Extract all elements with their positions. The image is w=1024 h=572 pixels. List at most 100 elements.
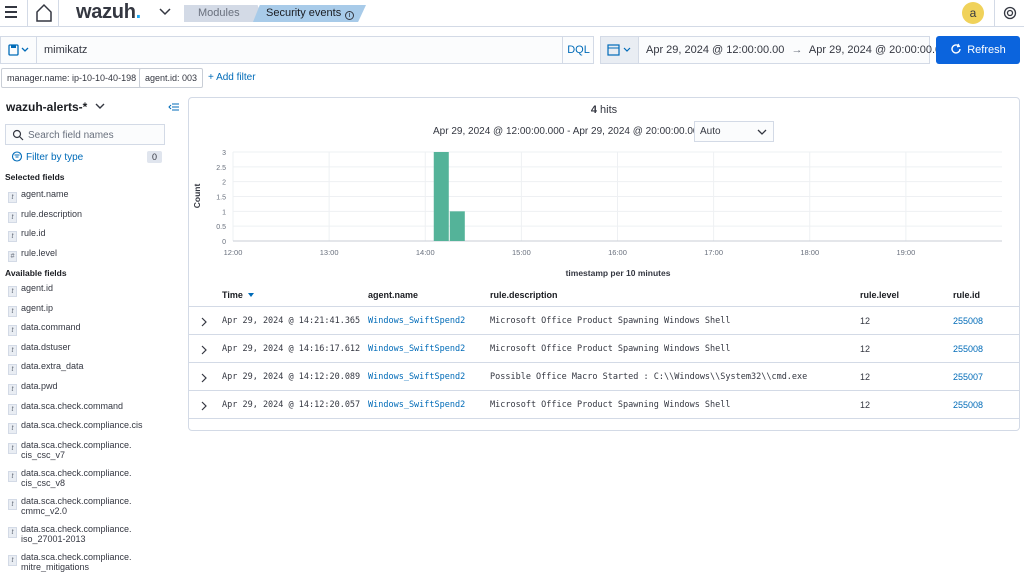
refresh-icon: [951, 43, 961, 54]
cell-agent-name[interactable]: Windows_SwiftSpend2: [368, 316, 465, 326]
column-header-rule-id[interactable]: rule.id: [953, 290, 980, 300]
field-item[interactable]: t rule.id: [8, 228, 46, 243]
breadcrumb-security-events[interactable]: Security events i: [253, 5, 366, 22]
chevron-right-icon[interactable]: [200, 401, 208, 411]
date-end[interactable]: Apr 29, 2024 @ 20:00:00.00: [809, 44, 947, 56]
cell-rule-level: 12: [860, 344, 871, 354]
cell-rule-id[interactable]: 255008: [953, 400, 983, 410]
column-header-rule-level[interactable]: rule.level: [860, 290, 899, 300]
field-item[interactable]: t data.command: [8, 322, 81, 337]
lifebuoy-icon: [1003, 6, 1017, 20]
histogram-bar: [433, 152, 449, 241]
field-item[interactable]: t data.sca.check.compliance. iso_27001-201…: [8, 524, 132, 544]
cell-rule-id[interactable]: 255007: [953, 372, 983, 382]
table-row[interactable]: Apr 29, 2024 @ 14:12:20.057 Windows_Swift…: [189, 391, 1019, 419]
field-item[interactable]: t data.sca.check.command: [8, 401, 123, 415]
field-name: rule.id: [21, 228, 46, 239]
field-item[interactable]: # rule.level: [8, 248, 57, 262]
x-tick-label: 15:00: [512, 248, 531, 257]
field-item[interactable]: t data.sca.check.compliance. mitre_mitigat…: [8, 552, 132, 572]
string-type-icon: t: [8, 423, 17, 435]
chevron-right-icon[interactable]: [200, 345, 208, 355]
string-type-icon: t: [8, 286, 17, 297]
chevron-right-icon[interactable]: [200, 317, 208, 327]
menu-icon[interactable]: [5, 6, 17, 18]
x-tick-label: 19:00: [896, 248, 915, 257]
chevron-right-icon[interactable]: [200, 373, 208, 383]
interval-select[interactable]: Auto: [694, 121, 774, 142]
help-button[interactable]: [994, 0, 1024, 26]
field-item[interactable]: t data.sca.check.compliance. cis_csc_v8: [8, 468, 132, 488]
query-language-button[interactable]: DQL: [562, 37, 594, 63]
field-item[interactable]: t data.extra_data: [8, 361, 84, 376]
column-header-time[interactable]: Time: [222, 290, 255, 300]
string-type-icon: t: [8, 325, 17, 337]
selected-fields-heading: Selected fields: [5, 172, 65, 182]
add-filter-button[interactable]: + Add filter: [208, 72, 256, 83]
field-name: data.pwd: [21, 381, 58, 391]
y-tick-label: 0: [222, 239, 226, 246]
filter-count-badge: 0: [147, 151, 162, 163]
field-item[interactable]: t agent.name: [8, 189, 69, 203]
cell-rule-description: Possible Office Macro Started : C:\\Wind…: [490, 372, 808, 382]
table-row[interactable]: Apr 29, 2024 @ 14:16:17.612 Windows_Swift…: [189, 335, 1019, 363]
field-item[interactable]: t data.sca.check.compliance. cis_csc_v7: [8, 440, 132, 460]
hits-count: 4 hits: [590, 104, 618, 116]
cell-agent-name[interactable]: Windows_SwiftSpend2: [368, 400, 465, 410]
query-bar[interactable]: mimikatz DQL: [0, 36, 594, 64]
table-row[interactable]: Apr 29, 2024 @ 14:21:41.365 Windows_Swift…: [189, 307, 1019, 335]
home-button[interactable]: [27, 0, 59, 26]
cell-rule-id[interactable]: 255008: [953, 344, 983, 354]
filter-pill-manager-name[interactable]: manager.name: ip-10-10-40-198: [1, 68, 143, 88]
field-name: data.sca.check.compliance. cis_csc_v8: [21, 467, 132, 488]
column-header-agent-name[interactable]: agent.name: [368, 290, 418, 300]
cell-agent-name[interactable]: Windows_SwiftSpend2: [368, 372, 465, 382]
avatar[interactable]: a: [962, 2, 984, 24]
field-item[interactable]: t agent.id: [8, 283, 53, 297]
cell-rule-description: Microsoft Office Product Spawning Window…: [490, 316, 731, 326]
field-item[interactable]: t data.dstuser: [8, 342, 71, 356]
field-item[interactable]: t agent.ip: [8, 303, 53, 317]
date-picker[interactable]: Apr 29, 2024 @ 12:00:00.00 → Apr 29, 202…: [600, 36, 947, 64]
chevron-down-icon[interactable]: [158, 6, 172, 18]
cell-time: Apr 29, 2024 @ 14:12:20.089: [222, 372, 361, 382]
filter-pill-agent-id[interactable]: agent.id: 003: [139, 68, 204, 88]
quick-menu-button[interactable]: [601, 37, 639, 63]
column-header-rule-description[interactable]: rule.description: [490, 290, 558, 300]
wazuh-logo[interactable]: wazuh.: [76, 1, 141, 24]
string-type-icon: t: [8, 305, 17, 317]
field-item[interactable]: t data.pwd: [8, 381, 58, 395]
cell-agent-name[interactable]: Windows_SwiftSpend2: [368, 344, 465, 354]
number-type-icon: #: [8, 250, 17, 262]
breadcrumb-modules[interactable]: Modules: [184, 5, 264, 22]
field-name: agent.ip: [21, 302, 54, 313]
field-name: data.extra_data: [21, 361, 84, 372]
saved-queries-button[interactable]: [1, 37, 37, 63]
string-type-icon: t: [8, 192, 17, 203]
field-item[interactable]: t rule.description: [8, 209, 82, 223]
field-name: rule.description: [21, 208, 83, 219]
search-input[interactable]: mimikatz: [44, 44, 87, 56]
table-row[interactable]: Apr 29, 2024 @ 14:12:20.089 Windows_Swift…: [189, 363, 1019, 391]
cell-rule-description: Microsoft Office Product Spawning Window…: [490, 400, 731, 410]
cell-time: Apr 29, 2024 @ 14:16:17.612: [222, 344, 361, 354]
field-name: data.dstuser: [21, 341, 71, 352]
filter-by-type-button[interactable]: Filter by type: [11, 151, 83, 163]
x-tick-label: 13:00: [320, 248, 339, 257]
info-icon[interactable]: i: [345, 11, 355, 20]
cell-time: Apr 29, 2024 @ 14:12:20.057: [222, 400, 361, 410]
date-range[interactable]: Apr 29, 2024 @ 12:00:00.00 → Apr 29, 202…: [646, 44, 947, 56]
date-start[interactable]: Apr 29, 2024 @ 12:00:00.00: [646, 44, 784, 56]
string-type-icon: t: [8, 470, 17, 482]
histogram-chart: 0 0.5 1 1.5 2 2.5 3 12:00 13:00 14:00 15:00 16:00 17…: [192, 150, 1002, 257]
cell-rule-level: 12: [860, 372, 871, 382]
field-item[interactable]: t data.sca.check.compliance. cmmc_v2.0: [8, 496, 132, 516]
field-item[interactable]: t data.sca.check.compliance.cis: [8, 420, 143, 435]
field-name: agent.id: [21, 283, 54, 293]
cell-rule-id[interactable]: 255008: [953, 316, 983, 326]
search-field-names-input[interactable]: Search field names: [5, 124, 165, 145]
field-name: agent.name: [21, 189, 69, 199]
x-axis-title: timestamp per 10 minutes: [565, 268, 671, 278]
cell-rule-level: 12: [860, 316, 871, 326]
refresh-button[interactable]: Refresh: [936, 36, 1020, 64]
